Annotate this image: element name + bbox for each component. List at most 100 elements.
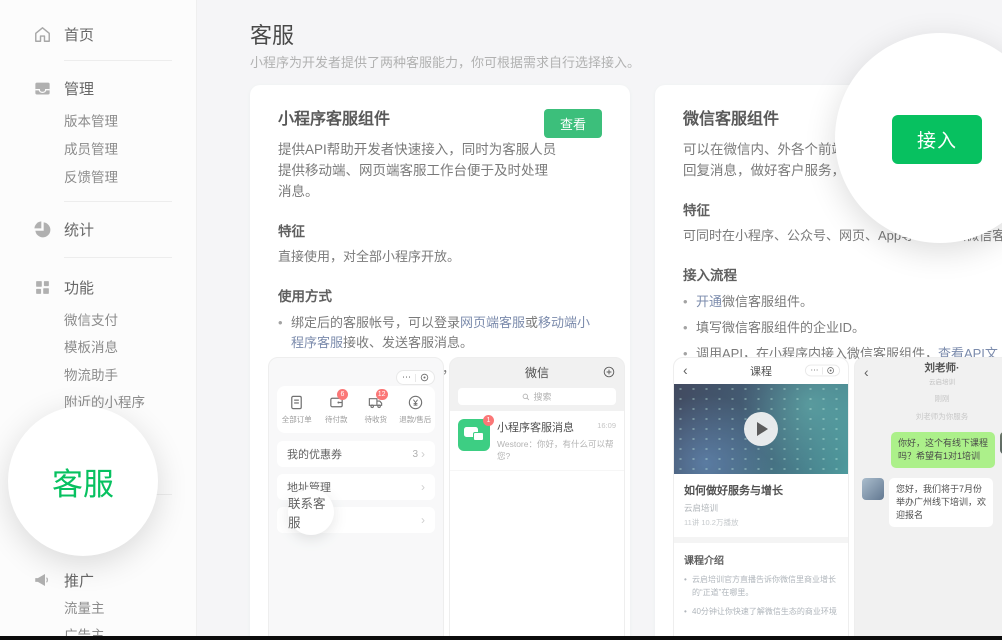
chat-system-note: 刘老师为你服务 <box>855 411 1002 422</box>
quick-action-label: 退款/售后 <box>399 414 431 425</box>
quick-action-orders: 全部订单 <box>277 394 317 425</box>
quick-action-refund: 退款/售后 <box>396 394 436 425</box>
add-icon <box>603 366 615 378</box>
message-bubble: 您好，我们将于7月份举办广州线下培训，欢迎报名 <box>889 478 993 527</box>
service-chat-icon: 1 <box>458 419 490 451</box>
unread-badge: 1 <box>483 415 494 426</box>
chat-time: 16:09 <box>597 421 616 430</box>
chat-header: ‹ 刘老师· 云启培训 ⋯ <box>855 358 1002 388</box>
sidebar-item-template-msg[interactable]: 模板消息 <box>64 333 118 359</box>
list-item-coupons: 我的优惠券 3› <box>277 441 435 467</box>
divider <box>64 257 172 258</box>
sidebar-item-feedback-mgmt[interactable]: 反馈管理 <box>64 163 118 189</box>
bullet-text: 微信客服组件。 <box>722 294 813 309</box>
more-icon: ⋯ <box>810 366 818 374</box>
bullet-text: 绑定后的客服帐号，可以登录 <box>291 315 460 330</box>
chat-timestamp: 刚刚 <box>855 393 1002 404</box>
message-bubble: 你好，这个有线下课程吗？希望有1对1培训 <box>891 432 995 468</box>
web-service-link[interactable]: 网页端客服 <box>460 315 525 330</box>
course-intro: 课程介绍 云启培训官方直播告诉你微信里商业增长的“正道”在哪里。 40分钟让你快… <box>674 543 848 627</box>
course-intro-bullet: 40分钟让你快速了解微信生态的商业环境 <box>684 605 838 618</box>
grid-icon <box>32 277 52 297</box>
divider <box>64 60 172 61</box>
connect-button-highlighted[interactable]: 接入 <box>892 115 982 164</box>
megaphone-icon <box>32 570 52 590</box>
video-info: 如何做好服务与增长 云启培训 11讲 10.2万播放 <box>674 474 848 537</box>
quick-actions: 全部订单 6 待付款 12 待收货 <box>277 386 435 433</box>
sidebar-item-version-mgmt[interactable]: 版本管理 <box>64 107 118 133</box>
bullet-text: 填写微信客服组件的企业ID。 <box>696 320 865 335</box>
sidebar-item-member-mgmt[interactable]: 成员管理 <box>64 135 118 161</box>
contact-service-label: 联系客服 <box>288 493 334 531</box>
video-channel: 云启培训 <box>684 502 838 514</box>
miniprogram-capsule: ⋯ <box>396 370 435 385</box>
sidebar-item-home[interactable]: 首页 <box>0 20 94 48</box>
demo-screens: ⋯ 全部订单 6 待付款 <box>268 357 625 640</box>
sidebar-item-logistics[interactable]: 物流助手 <box>64 361 118 387</box>
miniprogram-capsule: ⋯ <box>805 365 840 377</box>
sidebar-item-manage[interactable]: 管理 <box>0 74 94 102</box>
demo-screens: ‹ 课程 ⋯ 如何做好服务与增长 云启培训 11讲 <box>673 357 1002 640</box>
chat-preview: Westore：你好，有什么可以帮您? <box>497 438 616 462</box>
bullet-text: 或 <box>525 315 538 330</box>
sidebar-item-label: 统计 <box>64 219 94 240</box>
window-bottom-edge <box>0 636 1002 640</box>
target-icon <box>420 373 429 382</box>
video-thumbnail <box>674 384 848 474</box>
home-icon <box>32 24 52 44</box>
play-icon <box>744 412 778 446</box>
list-item-value: 3 <box>412 449 418 460</box>
flow-item: 填写微信客服组件的企业ID。 <box>683 318 1002 338</box>
quick-action-pending-payment: 6 待付款 <box>317 394 357 425</box>
badge: 12 <box>376 389 388 400</box>
quick-action-pending-delivery: 12 待收货 <box>356 394 396 425</box>
sidebar-item-features[interactable]: 功能 <box>0 273 94 301</box>
chat-list: 1 小程序客服消息 Westore：你好，有什么可以帮您? 16:09 <box>450 411 624 640</box>
order-list-icon <box>288 394 305 411</box>
avatar <box>862 478 884 500</box>
sidebar-item-label: 管理 <box>64 78 94 99</box>
flow-heading: 接入流程 <box>683 264 1002 284</box>
chat-list-item: 1 小程序客服消息 Westore：你好，有什么可以帮您? 16:09 <box>450 411 624 471</box>
view-button[interactable]: 查看 <box>544 109 602 138</box>
more-icon: ⋯ <box>402 373 411 382</box>
chevron-right-icon: › <box>421 447 425 461</box>
search-bar: 搜索 <box>458 388 616 405</box>
inbox-icon <box>32 78 52 98</box>
bullet-text: 接收、发送客服消息。 <box>343 335 473 350</box>
demo-phone-wechat-list: 微信 搜索 1 小程序 <box>449 357 625 640</box>
chevron-right-icon: › <box>421 480 425 494</box>
feature-heading: 特征 <box>278 220 602 240</box>
sidebar-item-promotion[interactable]: 推广 <box>0 566 94 594</box>
pie-chart-icon <box>32 219 52 239</box>
sidebar-item-label: 首页 <box>64 24 94 45</box>
search-icon <box>522 393 530 401</box>
sidebar-item-statistics[interactable]: 统计 <box>0 215 94 243</box>
sidebar-item-wechat-pay[interactable]: 微信支付 <box>64 306 118 332</box>
feature-text: 直接使用，对全部小程序开放。 <box>278 246 602 267</box>
video-title: 如何做好服务与增长 <box>684 482 838 498</box>
quick-action-label: 全部订单 <box>282 414 312 425</box>
message-incoming: 您好，我们将于7月份举办广州线下培训，欢迎报名 <box>855 478 1002 527</box>
page-subtitle: 小程序为开发者提供了两种客服能力，你可根据需求自行选择接入。 <box>250 52 640 71</box>
course-intro-heading: 课程介绍 <box>684 552 838 567</box>
demo-phone-miniprogram: ⋯ 全部订单 6 待付款 <box>268 357 444 640</box>
course-header: ‹ 课程 ⋯ <box>674 358 848 384</box>
usage-item: 绑定后的客服帐号，可以登录网页端客服或移动端小程序客服接收、发送客服消息。 <box>278 313 602 353</box>
back-icon: ‹ <box>683 362 688 378</box>
sidebar-item-label: 推广 <box>64 570 94 591</box>
sidebar-item-service[interactable]: 客服 <box>52 459 114 504</box>
activate-link[interactable]: 开通 <box>696 294 722 309</box>
message-outgoing: 你好，这个有线下课程吗？希望有1对1培训 <box>855 432 1002 468</box>
demo-phone-chat: ‹ 刘老师· 云启培训 ⋯ 刚刚 刘老师为你服务 你好，这个有线下课程吗？希望有… <box>854 357 1002 640</box>
chat-peer-subtitle: 云启培训 <box>929 376 955 386</box>
sidebar-item-traffic-owner[interactable]: 流量主 <box>64 594 105 620</box>
card-miniprogram-service: 小程序客服组件 查看 提供API帮助开发者快速接入，同时为客服人员提供移动端、网… <box>250 85 630 640</box>
list-item-label: 我的优惠券 <box>287 446 342 462</box>
contact-service-highlight: 联系客服 <box>288 489 334 535</box>
card-description: 提供API帮助开发者快速接入，同时为客服人员提供移动端、网页端客服工作台便于及时… <box>278 139 558 202</box>
back-icon: ‹ <box>864 364 869 380</box>
spotlight-sidebar-service: 客服 <box>8 406 158 556</box>
video-meta: 11讲 10.2万播放 <box>684 517 838 528</box>
badge: 6 <box>337 389 348 400</box>
